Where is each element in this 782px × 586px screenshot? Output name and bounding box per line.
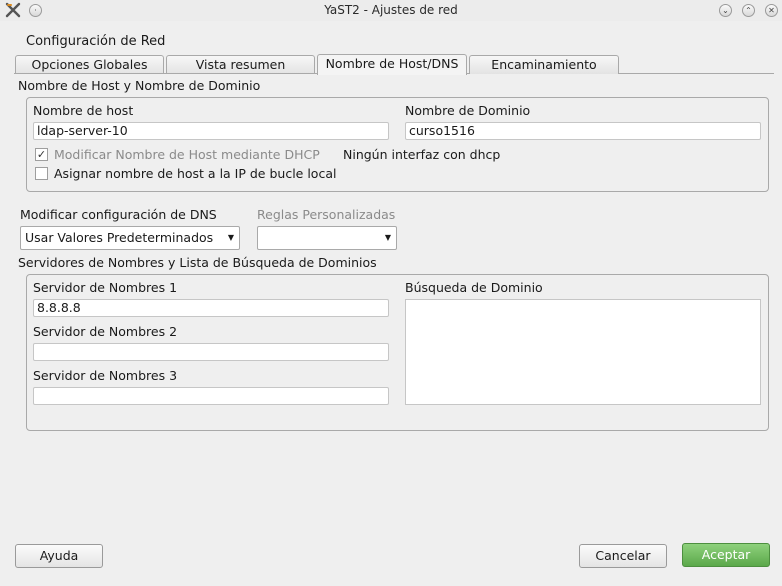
tab-encaminamiento[interactable]: Encaminamiento bbox=[469, 55, 619, 74]
loopback-hostname-label: Asignar nombre de host a la IP de bucle … bbox=[54, 166, 337, 181]
nameserver-1-input[interactable]: 8.8.8.8 bbox=[33, 299, 389, 317]
hostname-label: Nombre de host bbox=[33, 103, 134, 118]
nameserver-3-input[interactable] bbox=[33, 387, 389, 405]
chevron-down-icon: ▼ bbox=[227, 233, 234, 242]
close-icon[interactable]: ✕ bbox=[765, 4, 778, 17]
servers-group-title: Servidores de Nombres y Lista de Búsqued… bbox=[18, 255, 377, 270]
nameserver-3-label: Servidor de Nombres 3 bbox=[33, 368, 178, 383]
nameserver-1-label: Servidor de Nombres 1 bbox=[33, 280, 178, 295]
domain-label: Nombre de Dominio bbox=[405, 103, 531, 118]
minimize-icon[interactable]: ⌄ bbox=[719, 4, 732, 17]
dns-modify-value: Usar Valores Predeterminados bbox=[25, 230, 214, 245]
dns-modify-select[interactable]: Usar Valores Predeterminados ▼ bbox=[20, 226, 240, 250]
tab-opciones-globales[interactable]: Opciones Globales bbox=[15, 55, 164, 74]
tab-label: Encaminamiento bbox=[491, 57, 597, 72]
tab-label: Opciones Globales bbox=[31, 57, 148, 72]
domain-input[interactable]: curso1516 bbox=[405, 122, 761, 140]
tab-nombre-host-dns[interactable]: Nombre de Host/DNS bbox=[317, 54, 467, 75]
tab-vista-resumen[interactable]: Vista resumen bbox=[166, 55, 315, 74]
cancel-button[interactable]: Cancelar bbox=[579, 544, 667, 568]
help-button[interactable]: Ayuda bbox=[15, 544, 103, 568]
dhcp-hostname-label: Modificar Nombre de Host mediante DHCP bbox=[54, 147, 320, 162]
window-title: YaST2 - Ajustes de red bbox=[324, 3, 458, 17]
help-button-label: Ayuda bbox=[39, 548, 79, 563]
hostname-input[interactable]: ldap-server-10 bbox=[33, 122, 389, 140]
nameserver-2-label: Servidor de Nombres 2 bbox=[33, 324, 178, 339]
chevron-down-icon: ▼ bbox=[384, 233, 391, 242]
custom-rules-select[interactable]: ▼ bbox=[257, 226, 397, 250]
host-group-title: Nombre de Host y Nombre de Dominio bbox=[18, 78, 261, 93]
domain-search-label: Búsqueda de Dominio bbox=[405, 280, 543, 295]
nameserver-2-input[interactable] bbox=[33, 343, 389, 361]
accept-button-label: Aceptar bbox=[701, 547, 751, 562]
domain-search-textarea[interactable] bbox=[405, 299, 761, 405]
tab-label: Nombre de Host/DNS bbox=[325, 56, 459, 71]
dhcp-status-text: Ningún interfaz con dhcp bbox=[343, 147, 501, 162]
cancel-button-label: Cancelar bbox=[595, 548, 651, 563]
maximize-icon[interactable]: ⌃ bbox=[742, 4, 755, 17]
loopback-hostname-checkbox[interactable] bbox=[35, 167, 48, 180]
page-title: Configuración de Red bbox=[26, 34, 166, 49]
tab-label: Vista resumen bbox=[195, 57, 286, 72]
accept-button[interactable]: Aceptar bbox=[682, 543, 770, 567]
custom-rules-label: Reglas Personalizadas bbox=[257, 207, 396, 222]
dns-modify-label: Modificar configuración de DNS bbox=[20, 207, 217, 222]
dhcp-hostname-checkbox[interactable]: ✓ bbox=[35, 148, 48, 161]
